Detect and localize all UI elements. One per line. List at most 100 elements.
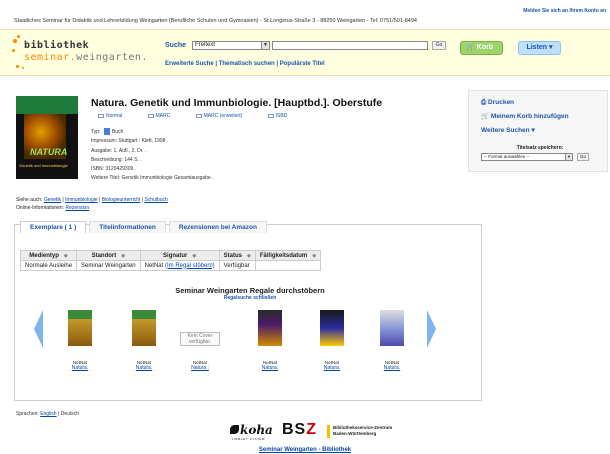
more-searches-menu[interactable]: Weitere Suchen ▾ bbox=[481, 126, 535, 134]
institution-address: Staatliches Seminar für Didaktik und Leh… bbox=[14, 18, 417, 24]
table-row: Normale Ausleihe Seminar Weingarten NetN… bbox=[19, 260, 322, 271]
language-switcher: Sprachen: English | Deutsch bbox=[16, 411, 80, 417]
tab-isbd[interactable]: ISBD bbox=[267, 113, 300, 119]
logo-dot-icon bbox=[13, 39, 17, 43]
library-logo[interactable]: bibliothek seminar.weingarten. bbox=[12, 35, 152, 73]
popular-titles-link[interactable]: Populärste Titel bbox=[280, 61, 325, 67]
browse-subjects-link[interactable]: Thematisch suchen bbox=[219, 61, 275, 67]
shelf-item-title[interactable]: Natura. bbox=[136, 365, 152, 371]
bsz-logo-text: Bibliotheksservice-Zentrum Baden-Württem… bbox=[333, 425, 393, 436]
koha-logo[interactable]: koha bbox=[230, 423, 273, 437]
shelf-item-cover[interactable] bbox=[132, 310, 156, 346]
bsz-logo-bar bbox=[327, 425, 330, 438]
koha-leaf-icon bbox=[230, 425, 239, 434]
cover-band bbox=[16, 96, 78, 114]
search-input[interactable] bbox=[272, 41, 428, 50]
bsz-logo[interactable]: BSZ bbox=[282, 421, 317, 439]
shelf-item-no-cover: Kein Cover verfügbar. bbox=[180, 332, 220, 346]
browse-shelf-link[interactable]: (Im Regal stöbern) bbox=[165, 263, 215, 269]
table-header-row: Medientyp ◆ Standort ◆ Signatur ◆ Status ◆ F… bbox=[19, 250, 322, 261]
search-label: Suche bbox=[165, 42, 187, 49]
save-format-select[interactable]: -- Format auswählen -- ▼ bbox=[481, 153, 573, 161]
sort-icon: ◆ bbox=[63, 252, 68, 259]
login-link[interactable]: Melden Sie sich an Ihrem Konto an bbox=[523, 8, 606, 14]
chevron-down-icon: ▼ bbox=[565, 154, 572, 160]
search-scope-select[interactable]: Freitext ▼ bbox=[192, 41, 270, 50]
cell-medientyp: Normale Ausleihe bbox=[19, 260, 78, 271]
shelf-item[interactable]: NetNat Natura. bbox=[122, 310, 166, 371]
shelf-previous-arrow-icon[interactable] bbox=[34, 310, 43, 348]
column-header-status[interactable]: Status ◆ bbox=[218, 250, 256, 261]
lists-button[interactable]: Listen ▾ bbox=[518, 41, 561, 55]
printer-icon: ⎙ bbox=[481, 99, 487, 106]
logo-dot-icon bbox=[12, 49, 15, 52]
shelf-item[interactable]: NetNat Natura. bbox=[248, 310, 292, 371]
footer-logos: koha LIBRARY SYSTEM BSZ Bibliotheksservi… bbox=[230, 421, 430, 441]
shelf-item-title[interactable]: Natura. bbox=[72, 365, 88, 371]
cart-button[interactable]: 🛒 Korb bbox=[460, 41, 503, 55]
logo-text-line1: bibliothek bbox=[24, 40, 90, 51]
record-title: Natura. Genetik und Immunbiologie. [Haup… bbox=[91, 97, 383, 109]
logo-dot-icon bbox=[22, 67, 24, 69]
marc-view-icon bbox=[147, 113, 154, 118]
isbd-view-icon bbox=[267, 113, 274, 118]
shelf-item[interactable]: Kein Cover verfügbar. NetNat Natura : bbox=[178, 310, 222, 371]
tab-normal[interactable]: Normal bbox=[98, 113, 134, 119]
subject-link-immunbiologie[interactable]: Immunbiologie bbox=[65, 197, 98, 203]
subject-link-biologieunterricht[interactable]: Biologieunterricht bbox=[102, 197, 141, 203]
shelf-item[interactable]: NetNat Natura. bbox=[370, 310, 414, 371]
language-deutsch: Deutsch bbox=[60, 411, 80, 417]
shelf-item-title[interactable]: Natura : bbox=[191, 365, 209, 371]
shelf-item-title[interactable]: Natura. bbox=[324, 365, 340, 371]
logo-dot-icon bbox=[16, 65, 19, 68]
save-record-label: Titelsatz speichern: bbox=[516, 145, 564, 151]
shelf-browser-close-link[interactable]: Regalsuche schließen bbox=[100, 295, 400, 301]
book-cover-image: NATURA Genetik und Immunbiologie bbox=[16, 96, 78, 179]
action-sidebar: ⎙ Drucken 🛒 Meinem Korb hinzufügen Weite… bbox=[468, 90, 608, 172]
record-details: Typ: Buch Impressum: Stuttgart : Klett, … bbox=[91, 128, 214, 182]
normal-view-icon bbox=[98, 113, 104, 118]
add-to-cart-link[interactable]: 🛒 Meinem Korb hinzufügen bbox=[481, 112, 569, 120]
cover-subtitle: Genetik und Immunbiologie bbox=[19, 163, 68, 168]
shelf-item-cover[interactable] bbox=[68, 310, 92, 346]
shelf-item-cover[interactable] bbox=[258, 310, 282, 346]
cell-status: Verfügbar bbox=[218, 260, 256, 271]
subject-link-schulbuch[interactable]: Schulbuch bbox=[144, 197, 167, 203]
shelf-item[interactable]: NetNat Natura. bbox=[310, 310, 354, 371]
shelf-item-title[interactable]: Natura. bbox=[262, 365, 278, 371]
tab-marc-extended[interactable]: MARC (erweitert) bbox=[195, 113, 255, 119]
tab-marc[interactable]: MARC bbox=[147, 113, 183, 119]
search-go-button[interactable]: Go bbox=[432, 41, 446, 50]
cart-icon: 🛒 bbox=[481, 113, 490, 120]
search-links: Erweiterte Suche | Thematisch suchen | P… bbox=[165, 61, 325, 67]
shelf-item[interactable]: NetNat Natura. bbox=[58, 310, 102, 371]
subject-link-genetik[interactable]: Genetik bbox=[44, 197, 61, 203]
cell-faelligkeitsdatum bbox=[254, 260, 322, 271]
language-english-link[interactable]: English bbox=[40, 411, 56, 417]
cell-signatur: NetNat (Im Regal stöbern) bbox=[139, 260, 220, 271]
shelf-item-title[interactable]: Natura. bbox=[384, 365, 400, 371]
column-header-signatur[interactable]: Signatur ◆ bbox=[139, 250, 220, 261]
shelf-item-cover[interactable] bbox=[380, 310, 404, 346]
cover-title: NATURA bbox=[30, 147, 68, 157]
book-icon bbox=[103, 128, 110, 136]
footer-library-link[interactable]: Seminar Weingarten - Bibliothek bbox=[200, 447, 410, 453]
chevron-down-icon: ▾ bbox=[549, 44, 553, 51]
tab-holdings[interactable]: Exemplare ( 1 ) bbox=[20, 221, 87, 233]
koha-logo-subtitle: LIBRARY SYSTEM bbox=[232, 437, 265, 441]
column-header-standort[interactable]: Standort ◆ bbox=[76, 250, 141, 261]
tab-amazon-reviews[interactable]: Rezensionen bei Amazon bbox=[168, 221, 267, 233]
cart-icon: 🛒 bbox=[466, 44, 475, 51]
holdings-table: Medientyp ◆ Standort ◆ Signatur ◆ Status ◆ F… bbox=[19, 250, 322, 271]
advanced-search-link[interactable]: Erweiterte Suche bbox=[165, 61, 214, 67]
shelf-browser-title: Seminar Weingarten Regale durchstöbern bbox=[175, 286, 325, 295]
shelf-next-arrow-icon[interactable] bbox=[427, 310, 436, 348]
tab-title-info[interactable]: Titelinformationen bbox=[89, 221, 166, 233]
column-header-faelligkeitsdatum[interactable]: Fälligkeitsdatum ◆ bbox=[254, 250, 322, 261]
save-format-go-button[interactable]: Go bbox=[577, 153, 589, 161]
print-link[interactable]: ⎙ Drucken bbox=[481, 99, 514, 107]
online-review-link[interactable]: Rezension bbox=[65, 205, 89, 211]
column-header-medientyp[interactable]: Medientyp ◆ bbox=[19, 250, 78, 261]
shelf-item-cover[interactable] bbox=[320, 310, 344, 346]
chevron-down-icon: ▼ bbox=[261, 42, 269, 49]
